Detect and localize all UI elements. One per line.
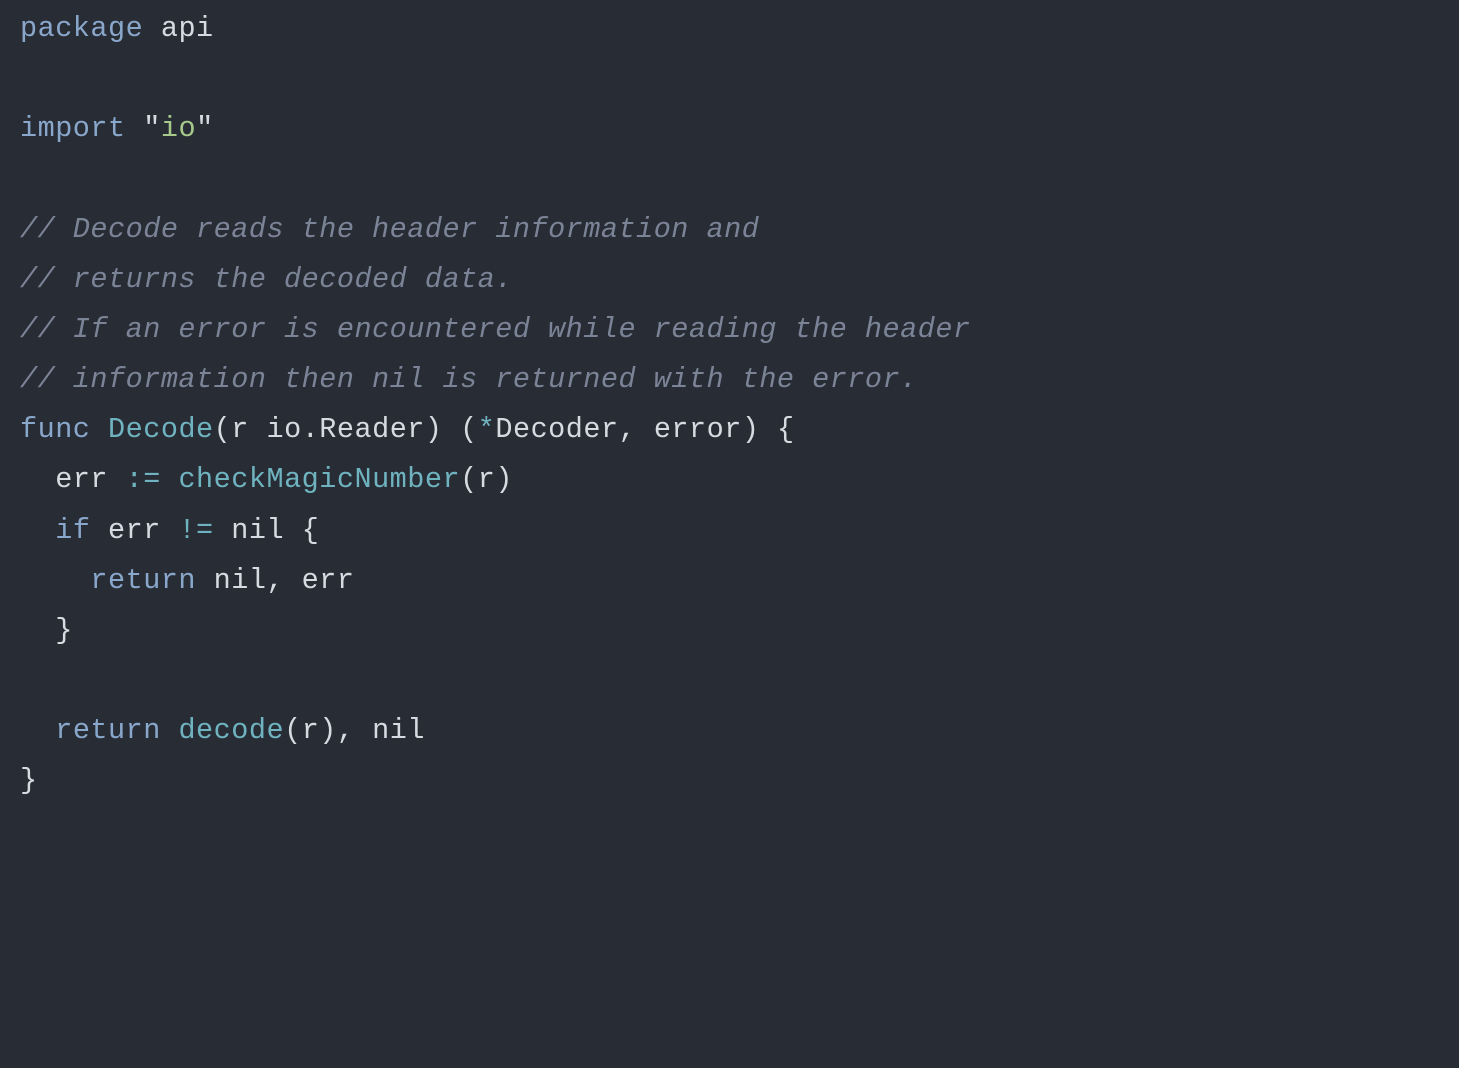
string-quote: ": [196, 112, 214, 145]
code-block: package api import "io" // Decode reads …: [20, 4, 1439, 807]
paren: (: [460, 463, 478, 496]
keyword-return: return: [90, 564, 196, 597]
paren: (: [443, 413, 478, 446]
comment-line: // If an error is encountered while read…: [20, 313, 971, 346]
return-type: error: [654, 413, 742, 446]
space: [161, 714, 179, 747]
nil-literal: nil: [355, 714, 425, 747]
variable: err: [90, 514, 178, 547]
indent: [20, 714, 55, 747]
paren: ): [425, 413, 443, 446]
nil-literal: nil: [196, 564, 266, 597]
indent: [20, 514, 55, 547]
import-path: io: [161, 112, 196, 145]
operator-neq: !=: [178, 514, 213, 547]
brace: }: [20, 764, 38, 797]
comment-line: // returns the decoded data.: [20, 263, 513, 296]
function-call: checkMagicNumber: [178, 463, 460, 496]
nil-literal: nil: [214, 514, 284, 547]
keyword-return: return: [55, 714, 161, 747]
operator-star: *: [478, 413, 496, 446]
comma: ,: [266, 564, 284, 597]
argument: r: [478, 463, 496, 496]
indent: [20, 463, 55, 496]
param-type: io.Reader: [266, 413, 424, 446]
indent: [20, 564, 90, 597]
keyword-if: if: [55, 514, 90, 547]
comma: ,: [619, 413, 637, 446]
keyword-import: import: [20, 112, 126, 145]
return-type: Decoder: [495, 413, 618, 446]
function-name: Decode: [108, 413, 214, 446]
brace: }: [55, 614, 73, 647]
paren: ): [495, 463, 513, 496]
param-name: r: [231, 413, 249, 446]
paren: ): [319, 714, 337, 747]
package-name: api: [161, 12, 214, 45]
paren: ): [742, 413, 760, 446]
keyword-package: package: [20, 12, 143, 45]
comment-line: // Decode reads the header information a…: [20, 213, 759, 246]
function-call: decode: [178, 714, 284, 747]
argument: r: [302, 714, 320, 747]
string-quote: ": [143, 112, 161, 145]
comma: ,: [337, 714, 355, 747]
variable: err: [284, 564, 354, 597]
operator-assign: :=: [108, 463, 178, 496]
brace: {: [759, 413, 794, 446]
paren: (: [214, 413, 232, 446]
paren: (: [284, 714, 302, 747]
indent: [20, 614, 55, 647]
variable: err: [55, 463, 108, 496]
comment-line: // information then nil is returned with…: [20, 363, 918, 396]
brace: {: [284, 514, 319, 547]
keyword-func: func: [20, 413, 90, 446]
